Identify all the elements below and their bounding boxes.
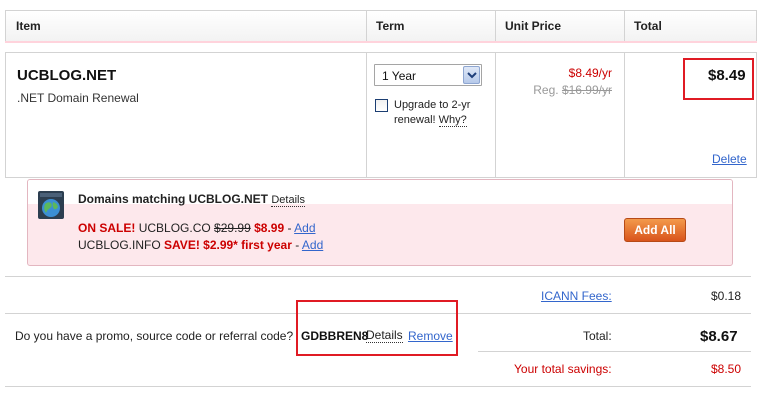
delete-link[interactable]: Delete <box>712 152 747 166</box>
suggestions-title: Domains matching UCBLOG.NET Details <box>78 192 305 207</box>
term-select[interactable]: 1 Year <box>374 64 482 86</box>
chevron-down-icon[interactable] <box>463 66 480 84</box>
savings-value: $8.50 <box>711 362 742 376</box>
add-all-button[interactable]: Add All <box>624 218 686 242</box>
header-term: Term <box>376 19 405 33</box>
item-description: .NET Domain Renewal <box>17 91 139 105</box>
cart-header: Item Term Unit Price Total <box>5 10 757 43</box>
suggestion-line-info: UCBLOG.INFO SAVE! $2.99* first year - Ad… <box>78 238 323 252</box>
cart-item-row: UCBLOG.NET .NET Domain Renewal 1 Year Up… <box>5 52 757 178</box>
suggestion-domain: UCBLOG.INFO <box>78 238 161 252</box>
row-divider <box>495 53 496 177</box>
term-select-value: 1 Year <box>382 69 417 83</box>
separator: - <box>295 238 300 252</box>
header-accent-line <box>5 41 757 43</box>
item-total: $8.49 <box>708 67 746 84</box>
suggestions-details-link[interactable]: Details <box>271 194 305 207</box>
header-item: Item <box>16 19 41 33</box>
upgrade-text: Upgrade to 2-yr <box>394 99 471 111</box>
regular-price-value: $16.99/yr <box>561 83 612 97</box>
suggestion-line-co: ON SALE! UCBLOG.CO $29.99 $8.99 - Add <box>78 221 316 235</box>
add-link-info[interactable]: Add <box>302 238 323 252</box>
savings-label: Your total savings: <box>514 362 612 376</box>
header-total: Total <box>634 19 662 33</box>
icann-fees-value: $0.18 <box>711 289 742 303</box>
promo-details-link[interactable]: Details <box>366 329 403 343</box>
suggestion-domain: UCBLOG.CO <box>138 221 211 235</box>
sale-price: $8.99 <box>254 221 285 235</box>
promo-question: Do you have a promo, source code or refe… <box>15 329 294 343</box>
save-label: SAVE! $2.99* first year <box>164 238 292 252</box>
total-label: Total: <box>583 329 612 343</box>
upgrade-checkbox[interactable] <box>375 99 388 112</box>
old-price: $29.99 <box>214 221 251 235</box>
separator: - <box>287 221 292 235</box>
upgrade-text-2: renewal! <box>394 114 436 126</box>
why-link[interactable]: Why? <box>438 114 467 127</box>
on-sale-label: ON SALE! <box>78 221 136 235</box>
regular-price-label: Reg. <box>533 83 559 97</box>
item-domain-name: UCBLOG.NET <box>17 67 117 84</box>
regular-price: Reg. $16.99/yr <box>533 83 612 97</box>
domain-suggestions-panel: Domains matching UCBLOG.NET Details ON S… <box>27 179 733 266</box>
row-divider <box>366 53 367 177</box>
total-value: $8.67 <box>700 328 738 345</box>
promo-remove-link[interactable]: Remove <box>408 329 453 343</box>
unit-price: $8.49/yr <box>568 66 612 80</box>
icann-fees-link[interactable]: ICANN Fees: <box>541 289 612 303</box>
header-unit-price: Unit Price <box>505 19 562 33</box>
add-link-co[interactable]: Add <box>294 221 315 235</box>
divider <box>478 351 751 352</box>
upgrade-label: Upgrade to 2-yr renewal! Why? <box>394 98 470 128</box>
globe-icon <box>38 191 64 219</box>
row-divider <box>624 53 625 177</box>
divider <box>5 386 751 387</box>
suggestions-title-text: Domains matching UCBLOG.NET <box>78 192 269 206</box>
promo-code: GDBBREN8 <box>301 329 369 343</box>
divider <box>5 276 751 277</box>
